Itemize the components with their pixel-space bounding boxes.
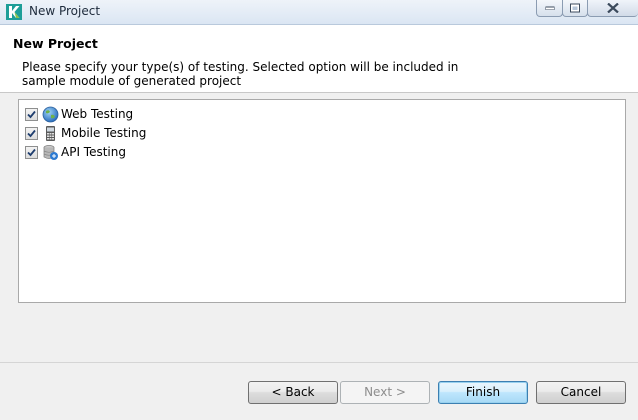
- option-mobile-testing[interactable]: Mobile Testing: [25, 125, 225, 143]
- window-title: New Project: [29, 4, 101, 18]
- checkmark-icon: [27, 148, 36, 157]
- web-testing-checkbox[interactable]: [25, 108, 38, 121]
- katalon-k-icon: [6, 4, 22, 20]
- globe-icon: [42, 106, 59, 123]
- title-bar: New Project: [0, 0, 638, 25]
- page-title: New Project: [13, 36, 98, 51]
- finish-button[interactable]: Finish: [438, 381, 528, 404]
- api-testing-label: API Testing: [61, 145, 126, 159]
- api-database-icon: [42, 144, 59, 161]
- api-testing-checkbox[interactable]: [25, 146, 38, 159]
- mobile-device-icon: [42, 125, 59, 142]
- next-button[interactable]: Next >: [340, 381, 430, 404]
- close-button[interactable]: [587, 0, 638, 17]
- web-testing-label: Web Testing: [61, 107, 134, 121]
- close-icon: [607, 3, 619, 13]
- option-api-testing[interactable]: API Testing: [25, 144, 225, 162]
- checkmark-icon: [27, 129, 36, 138]
- footer-divider: [0, 362, 638, 363]
- testing-type-list: Web Testing Mobile Testing API Testing: [18, 99, 626, 303]
- minimize-button[interactable]: [536, 0, 563, 17]
- cancel-button[interactable]: Cancel: [536, 381, 626, 404]
- page-description: Please specify your type(s) of testing. …: [22, 60, 459, 88]
- maximize-icon: [570, 3, 580, 13]
- wizard-header: New Project Please specify your type(s) …: [0, 25, 638, 93]
- option-web-testing[interactable]: Web Testing: [25, 106, 225, 124]
- mobile-testing-checkbox[interactable]: [25, 127, 38, 140]
- back-button[interactable]: < Back: [248, 381, 338, 404]
- minimize-icon: [545, 6, 554, 10]
- checkmark-icon: [27, 110, 36, 119]
- mobile-testing-label: Mobile Testing: [61, 126, 147, 140]
- maximize-button[interactable]: [562, 0, 588, 17]
